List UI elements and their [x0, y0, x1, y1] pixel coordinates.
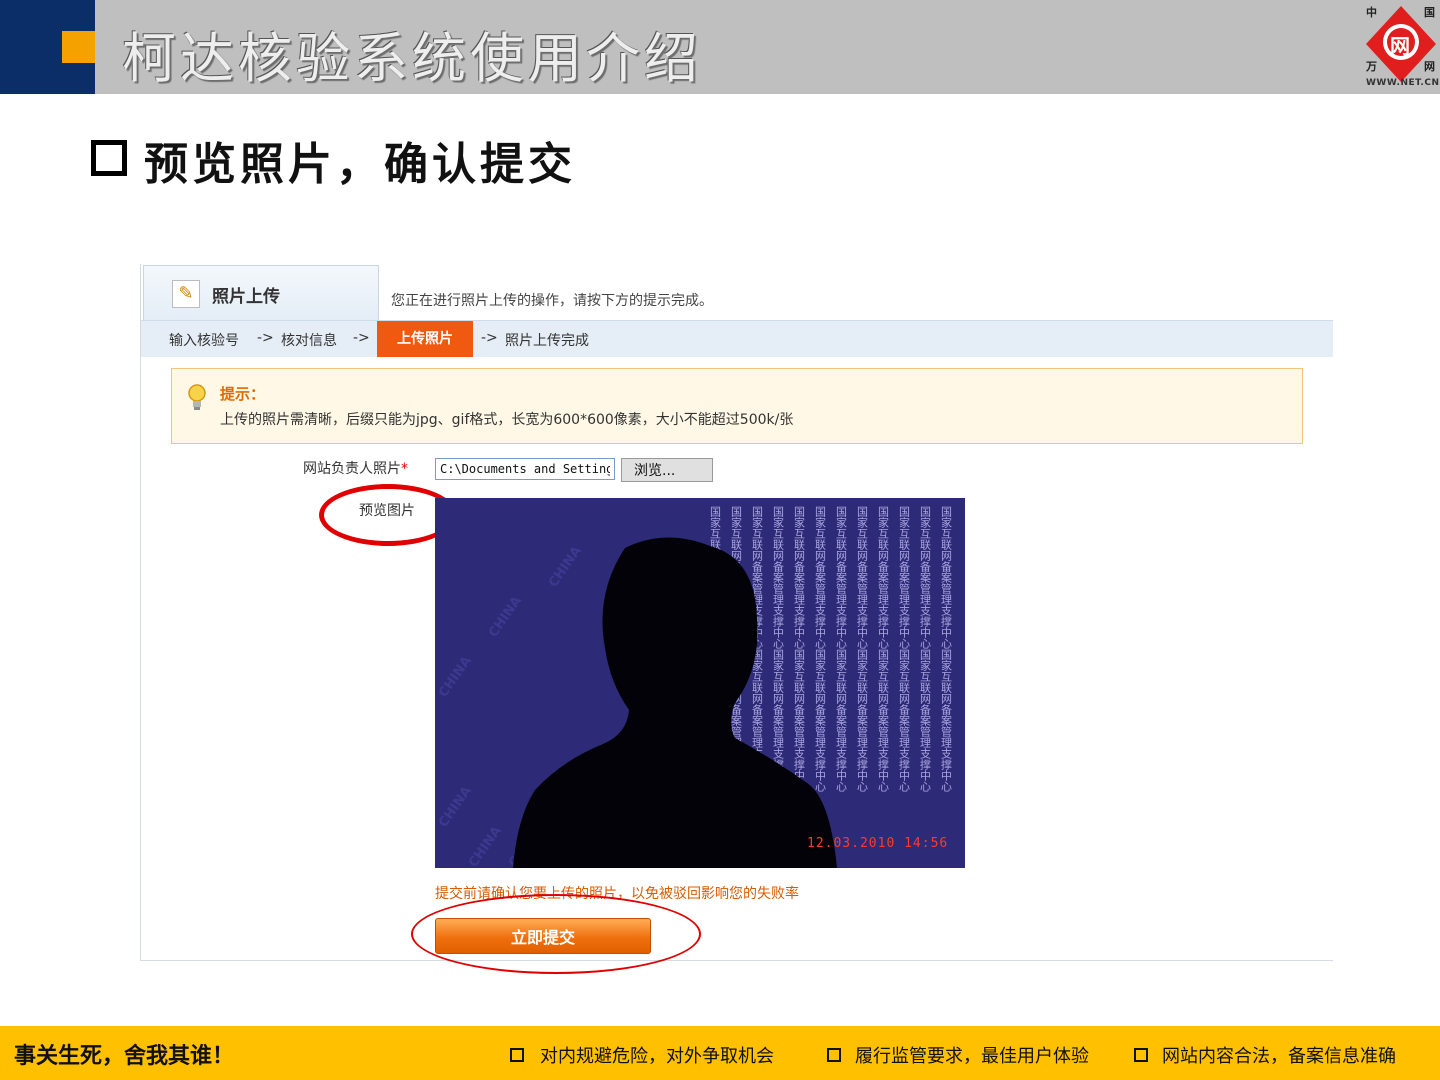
required-mark: * [401, 461, 408, 477]
upload-page-screenshot: ✎ 照片上传 您正在进行照片上传的操作，请按下方的提示完成。 输入核验号 -> … [140, 264, 1333, 974]
step-arrow: -> [257, 330, 274, 346]
photo-preview: CHINA CHINA CHINA CHINA CHINA CHINA CHIN… [435, 498, 965, 868]
annotation-ellipse [411, 894, 701, 974]
section-title: 预览照片，确认提交 [144, 139, 576, 190]
tip-box: 提示： 上传的照片需清晰，后缀只能为jpg、gif格式，长宽为600*600像素… [171, 368, 1303, 444]
logo-char: 万 [1366, 60, 1377, 73]
tab-label: 照片上传 [212, 287, 280, 307]
step-enter-code: 输入核验号 [169, 333, 239, 349]
footer-bar: 事关生死，舍我其谁！ 对内规避危险，对外争取机会 履行监管要求，最佳用户体验 网… [0, 1026, 1440, 1080]
photo-bg-text: 国家互联网备案管理支撑中心国家互联网备案管理支撑中心 [793, 506, 806, 792]
upload-field-label: 网站负责人照片* [303, 458, 408, 478]
pencil-icon: ✎ [172, 280, 200, 308]
photo-bg-text: 国家互联网备案管理支撑中心国家互联网备案管理支撑中心 [940, 506, 953, 792]
footer-item: 网站内容合法，备案信息准确 [1162, 1046, 1396, 1067]
intro-text: 您正在进行照片上传的操作，请按下方的提示完成。 [391, 293, 713, 309]
header-accent-square [62, 31, 95, 63]
photo-bg-text: 国家互联网备案管理支撑中心国家互联网备案管理支撑中心 [835, 506, 848, 792]
photo-bg-text: 国家互联网备案管理支撑中心国家互联网备案管理支撑中心 [772, 506, 785, 792]
logo-char: 国 [1424, 6, 1435, 19]
header-bar: 柯达核验系统使用介绍 网 中 国 万 网 WWW.NET.CN [0, 0, 1440, 94]
tip-text: 上传的照片需清晰，后缀只能为jpg、gif格式，长宽为600*600像素，大小不… [220, 412, 794, 428]
file-path-input[interactable] [435, 458, 615, 480]
bullet-square-icon [510, 1048, 524, 1062]
tab-photo-upload[interactable]: ✎ 照片上传 [143, 265, 379, 326]
photo-watermark: CHINA [466, 824, 505, 868]
photo-date-stamp: 12.03.2010 14:56 [807, 836, 949, 851]
brand-logo: 网 中 国 万 网 WWW.NET.CN [1362, 2, 1440, 92]
step-verify-info: 核对信息 [281, 333, 337, 349]
photo-watermark: CHINA [486, 594, 525, 640]
footer-item: 对内规避危险，对外争取机会 [540, 1046, 774, 1067]
photo-watermark: CHINA [436, 654, 475, 700]
photo-bg-text: 国家互联网备案管理支撑中心国家互联网备案管理支撑中心 [856, 506, 869, 792]
logo-center-glyph: 网 [1390, 34, 1410, 58]
step-arrow: -> [481, 330, 498, 346]
upload-field-label-text: 网站负责人照片 [303, 461, 401, 477]
logo-char: 中 [1366, 6, 1377, 19]
step-upload-complete: 照片上传完成 [505, 333, 589, 349]
photo-bg-text: 国家互联网备案管理支撑中心国家互联网备案管理支撑中心 [919, 506, 932, 792]
logo-url: WWW.NET.CN [1366, 78, 1440, 88]
logo-char: 网 [1424, 60, 1435, 73]
photo-bg-text: 国家互联网备案管理支撑中心国家互联网备案管理支撑中心 [877, 506, 890, 792]
footer-item: 履行监管要求，最佳用户体验 [855, 1046, 1089, 1067]
step-arrow: -> [353, 330, 370, 346]
tip-title: 提示： [220, 385, 266, 403]
photo-bg-text: 国家互联网备案管理支撑中心国家互联网备案管理支撑中心 [898, 506, 911, 792]
browse-button[interactable]: 浏览... [621, 458, 713, 482]
photo-watermark: CHINA [546, 544, 585, 590]
photo-bg-text: 国家互联网备案管理支撑中心国家互联网备案管理支撑中心 [814, 506, 827, 792]
bullet-square-icon [827, 1048, 841, 1062]
bullet-square-icon [1134, 1048, 1148, 1062]
footer-slogan: 事关生死，舍我其谁！ [14, 1044, 235, 1069]
bullet-square-icon [91, 140, 127, 176]
slide-title: 柯达核验系统使用介绍 [122, 27, 702, 90]
lightbulb-icon [188, 384, 206, 410]
step-progress-bar: 输入核验号 -> 核对信息 -> 上传照片 -> 照片上传完成 [141, 320, 1333, 357]
step-upload-photo-active: 上传照片 [377, 321, 473, 357]
person-silhouette-image: CHINA CHINA CHINA CHINA CHINA CHINA CHIN… [436, 506, 953, 868]
photo-watermark: CHINA [436, 784, 475, 830]
